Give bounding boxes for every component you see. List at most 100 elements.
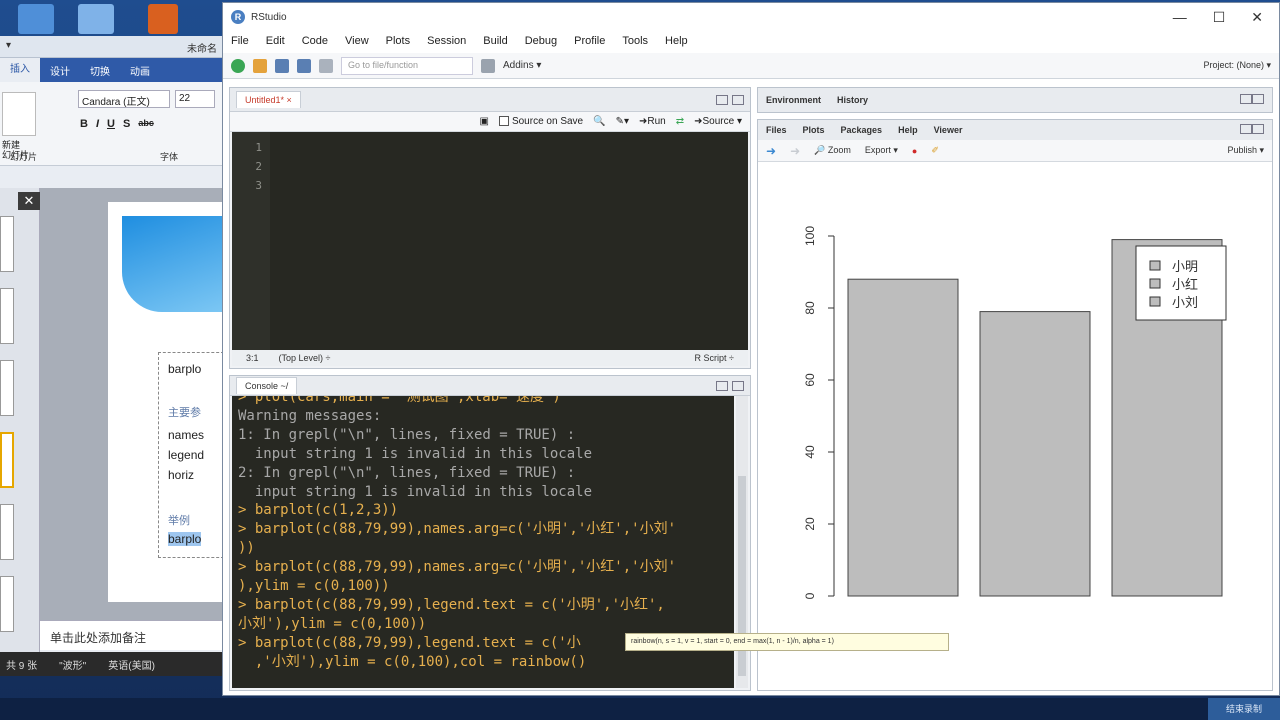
minimize-button[interactable]: — bbox=[1173, 9, 1187, 26]
source-button[interactable]: ➜Source ▾ bbox=[694, 116, 742, 127]
menu-tools[interactable]: Tools bbox=[622, 35, 648, 49]
bold-button[interactable]: B bbox=[80, 118, 88, 130]
ppt-tab[interactable]: 动画 bbox=[120, 63, 160, 78]
console-line: ),ylim = c(0,100)) bbox=[238, 578, 390, 595]
shadow-button[interactable]: S bbox=[123, 118, 130, 130]
new-file-icon[interactable] bbox=[231, 58, 245, 73]
console-line: input string 1 is invalid in this locale bbox=[238, 483, 593, 500]
tab-help[interactable]: Help bbox=[898, 125, 918, 135]
italic-button[interactable]: I bbox=[96, 118, 99, 130]
slide[interactable]: barplo 主要参 names legend horiz 举例 barplo bbox=[108, 202, 224, 602]
group-font-label: 字体 bbox=[160, 152, 179, 162]
format-buttons: B I U S abc bbox=[80, 118, 154, 130]
print-icon[interactable] bbox=[319, 58, 333, 73]
search-icon[interactable]: 🔍 bbox=[593, 116, 605, 127]
strike-button[interactable]: abc bbox=[138, 118, 154, 130]
slide-thumbnail[interactable] bbox=[0, 360, 14, 416]
export-button[interactable]: Export ▾ bbox=[865, 145, 898, 156]
notes-field[interactable]: 单击此处添加备注 bbox=[40, 620, 224, 650]
font-size-select[interactable]: 22 bbox=[175, 90, 215, 108]
language-status[interactable]: 英语(美国) bbox=[108, 657, 155, 672]
menu-session[interactable]: Session bbox=[427, 35, 466, 49]
open-project-icon[interactable] bbox=[253, 58, 267, 73]
legend-swatch bbox=[1149, 296, 1161, 307]
plots-pane: Files Plots Packages Help Viewer ➜ ➜ 🔎 Z… bbox=[757, 119, 1273, 691]
menu-debug[interactable]: Debug bbox=[525, 35, 557, 49]
goto-file-input[interactable]: Go to file/function bbox=[341, 56, 473, 75]
pane-controls[interactable] bbox=[1240, 124, 1264, 136]
ppt-ribbon: 新建 幻灯片 Candara (正文) 22 B I U S abc 幻灯片 字… bbox=[0, 82, 223, 166]
clear-plots-icon[interactable]: ✐ bbox=[931, 145, 939, 156]
tab-untitled1[interactable]: Untitled1* × bbox=[236, 91, 301, 108]
close-button[interactable]: ✕ bbox=[1251, 9, 1263, 26]
pane-controls[interactable] bbox=[1240, 94, 1264, 106]
ppt-quick-access[interactable]: ▾ bbox=[6, 40, 11, 53]
code-editor[interactable]: 1 2 3 bbox=[232, 132, 748, 352]
y-tick-label: 100 bbox=[803, 226, 817, 246]
line-number: 1 bbox=[255, 141, 262, 154]
menu-code[interactable]: Code bbox=[302, 35, 328, 49]
slide-text-line: legend bbox=[168, 448, 205, 462]
tab-packages[interactable]: Packages bbox=[841, 125, 883, 135]
slide-text-line: 举例 bbox=[168, 515, 190, 527]
rstudio-titlebar: R RStudio — ☐ ✕ bbox=[223, 3, 1279, 31]
ppt-tab[interactable]: 设计 bbox=[40, 63, 80, 78]
back-arrow-icon[interactable]: ➜ bbox=[766, 144, 776, 158]
pane-controls[interactable] bbox=[716, 380, 744, 391]
zoom-button[interactable]: 🔎 Zoom bbox=[814, 145, 851, 156]
matlab-icon[interactable] bbox=[148, 4, 178, 34]
scope-selector[interactable]: (Top Level) ÷ bbox=[279, 353, 331, 363]
publish-button[interactable]: Publish ▾ bbox=[1227, 145, 1264, 156]
save-file-icon[interactable]: ▣ bbox=[480, 116, 489, 127]
menu-edit[interactable]: Edit bbox=[266, 35, 285, 49]
tab-console[interactable]: Console ~/ bbox=[236, 377, 298, 394]
tab-viewer[interactable]: Viewer bbox=[934, 125, 963, 135]
menu-help[interactable]: Help bbox=[665, 35, 688, 49]
y-tick-label: 80 bbox=[803, 301, 817, 315]
menu-plots[interactable]: Plots bbox=[386, 35, 410, 49]
slide-thumbnail[interactable] bbox=[0, 576, 14, 632]
desktop-icon[interactable] bbox=[78, 4, 114, 34]
font-name-select[interactable]: Candara (正文) bbox=[78, 90, 170, 108]
file-type-selector[interactable]: R Script ÷ bbox=[695, 353, 734, 363]
ppt-tab[interactable]: 插入 bbox=[0, 58, 40, 82]
forward-arrow-icon[interactable]: ➜ bbox=[790, 144, 800, 158]
addins-menu[interactable]: Addins ▾ bbox=[503, 60, 541, 71]
tab-files[interactable]: Files bbox=[766, 125, 787, 135]
maximize-button[interactable]: ☐ bbox=[1213, 9, 1226, 26]
ppt-tab[interactable]: 切换 bbox=[80, 63, 120, 78]
project-menu[interactable]: Project: (None) ▾ bbox=[1203, 60, 1271, 71]
bar bbox=[847, 278, 959, 597]
slide-thumbnail[interactable] bbox=[0, 504, 14, 560]
remove-plot-icon[interactable]: ● bbox=[912, 146, 917, 156]
ppt-statusbar: 共 9 张 "波形" 英语(美国) bbox=[0, 652, 224, 676]
slide-thumbnail[interactable] bbox=[0, 288, 14, 344]
save-all-icon[interactable] bbox=[297, 58, 311, 73]
desktop-icon[interactable] bbox=[18, 4, 54, 34]
stop-recording-button[interactable]: 结束录制 bbox=[1208, 698, 1280, 720]
save-icon[interactable] bbox=[275, 58, 289, 73]
tab-environment[interactable]: Environment bbox=[766, 95, 821, 105]
source-on-save-checkbox[interactable]: Source on Save bbox=[498, 116, 583, 127]
slide-thumbnail[interactable] bbox=[0, 216, 14, 272]
tab-history[interactable]: History bbox=[837, 95, 868, 105]
console-line: > barplot(c(88,79,99),names.arg=c('小明','… bbox=[238, 521, 677, 538]
pane-controls[interactable] bbox=[716, 94, 744, 105]
slide-thumbnail[interactable] bbox=[0, 432, 14, 488]
legend-label: 小明 bbox=[1172, 260, 1198, 275]
tab-plots[interactable]: Plots bbox=[803, 125, 825, 135]
rerun-icon[interactable]: ⇄ bbox=[676, 116, 684, 127]
close-icon[interactable]: ✕ bbox=[18, 192, 40, 210]
grid-layout-icon[interactable] bbox=[481, 58, 495, 73]
source-toolbar: ▣ Source on Save 🔍 ✎▾ ➜Run ⇄ ➜Source ▾ bbox=[230, 112, 750, 132]
menu-view[interactable]: View bbox=[345, 35, 369, 49]
menu-file[interactable]: File bbox=[231, 35, 249, 49]
console-line: 1: In grepl("\n", lines, fixed = TRUE) : bbox=[238, 426, 576, 443]
run-button[interactable]: ➜Run bbox=[639, 116, 666, 127]
code-tools-icon[interactable]: ✎▾ bbox=[616, 116, 629, 127]
new-slide-button[interactable] bbox=[2, 92, 36, 136]
underline-button[interactable]: U bbox=[107, 118, 115, 130]
menu-build[interactable]: Build bbox=[483, 35, 507, 49]
rstudio-logo-icon: R bbox=[231, 10, 245, 24]
menu-profile[interactable]: Profile bbox=[574, 35, 605, 49]
